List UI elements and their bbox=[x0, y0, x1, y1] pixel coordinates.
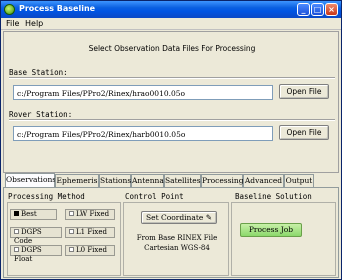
method-dgps-float-button[interactable]: DGPS Float bbox=[10, 245, 62, 263]
set-coordinate-button[interactable]: Set Coordinate ✎ bbox=[141, 211, 217, 224]
control-point-note-1: From Base RINEX File bbox=[136, 234, 218, 242]
tab-output[interactable]: Output bbox=[284, 174, 314, 187]
menu-help[interactable]: Help bbox=[25, 19, 43, 28]
method-best-button[interactable]: Best bbox=[10, 209, 57, 220]
method-indicator-icon bbox=[14, 229, 19, 234]
method-l1-fixed-label: L1 Fixed bbox=[76, 228, 107, 236]
menu-bar: File Help bbox=[1, 18, 341, 30]
rover-divider bbox=[9, 119, 335, 121]
base-open-file-button[interactable]: Open File bbox=[279, 84, 329, 99]
method-lw-fixed-label: LW Fixed bbox=[76, 210, 110, 218]
tab-strip: Observations Ephemeris Stations Antenna … bbox=[3, 173, 339, 187]
method-l0-fixed-label: L0 Fixed bbox=[76, 246, 107, 254]
rover-station-label: Rover Station: bbox=[9, 110, 73, 119]
control-point-note-2: Cartesian WGS-84 bbox=[144, 244, 210, 252]
control-point-title: Control Point bbox=[125, 192, 184, 201]
base-divider bbox=[9, 77, 335, 79]
base-station-path-field[interactable]: c:/Program Files/PPro2/Rinex/hrao0010.05… bbox=[13, 85, 273, 100]
set-coordinate-label: Set Coordinate bbox=[146, 213, 204, 222]
menu-file[interactable]: File bbox=[6, 19, 19, 28]
edit-icon: ✎ bbox=[205, 213, 212, 222]
method-l1-fixed-button[interactable]: L1 Fixed bbox=[65, 227, 115, 238]
tab-processing[interactable]: Processing bbox=[201, 174, 244, 187]
tab-stations[interactable]: Stations bbox=[99, 174, 131, 187]
method-indicator-icon bbox=[69, 211, 74, 216]
title-bar: Process Baseline _ □ × bbox=[1, 1, 341, 18]
tab-ephemeris[interactable]: Ephemeris bbox=[55, 174, 99, 187]
instruction-text: Select Observation Data Files For Proces… bbox=[88, 44, 256, 53]
method-indicator-icon bbox=[14, 211, 19, 216]
process-job-button[interactable]: Process Job bbox=[240, 223, 302, 237]
method-l0-fixed-button[interactable]: L0 Fixed bbox=[65, 245, 115, 256]
method-indicator-icon bbox=[69, 247, 74, 252]
tab-satellites[interactable]: Satellites bbox=[164, 174, 201, 187]
close-icon[interactable]: × bbox=[325, 3, 338, 16]
method-indicator-icon bbox=[14, 247, 19, 252]
tab-advanced[interactable]: Advanced bbox=[243, 174, 284, 187]
window-title: Process Baseline bbox=[19, 4, 96, 13]
file-selection-panel: Select Observation Data Files For Proces… bbox=[3, 31, 339, 173]
maximize-icon[interactable]: □ bbox=[311, 3, 324, 16]
base-station-label: Base Station: bbox=[9, 68, 68, 77]
method-best-label: Best bbox=[21, 210, 37, 218]
minimize-icon[interactable]: _ bbox=[297, 3, 310, 16]
tab-observations[interactable]: Observations bbox=[5, 173, 56, 187]
rover-station-path-field[interactable]: c:/Program Files/PPro2/Rinex/harb0010.05… bbox=[13, 126, 273, 141]
app-icon bbox=[4, 4, 15, 15]
observations-tab-panel: Processing Method Best LW Fixed DGPS Cod… bbox=[3, 187, 339, 278]
method-lw-fixed-button[interactable]: LW Fixed bbox=[65, 209, 115, 220]
process-baseline-window: Process Baseline _ □ × File Help Select … bbox=[0, 0, 342, 280]
method-indicator-icon bbox=[69, 229, 74, 234]
rover-open-file-button[interactable]: Open File bbox=[279, 125, 329, 140]
tab-antenna[interactable]: Antenna bbox=[131, 174, 164, 187]
method-dgps-code-button[interactable]: DGPS Code bbox=[10, 227, 62, 245]
processing-method-title: Processing Method bbox=[8, 192, 85, 201]
baseline-solution-group bbox=[231, 202, 336, 276]
baseline-solution-title: Baseline Solution bbox=[235, 192, 312, 201]
